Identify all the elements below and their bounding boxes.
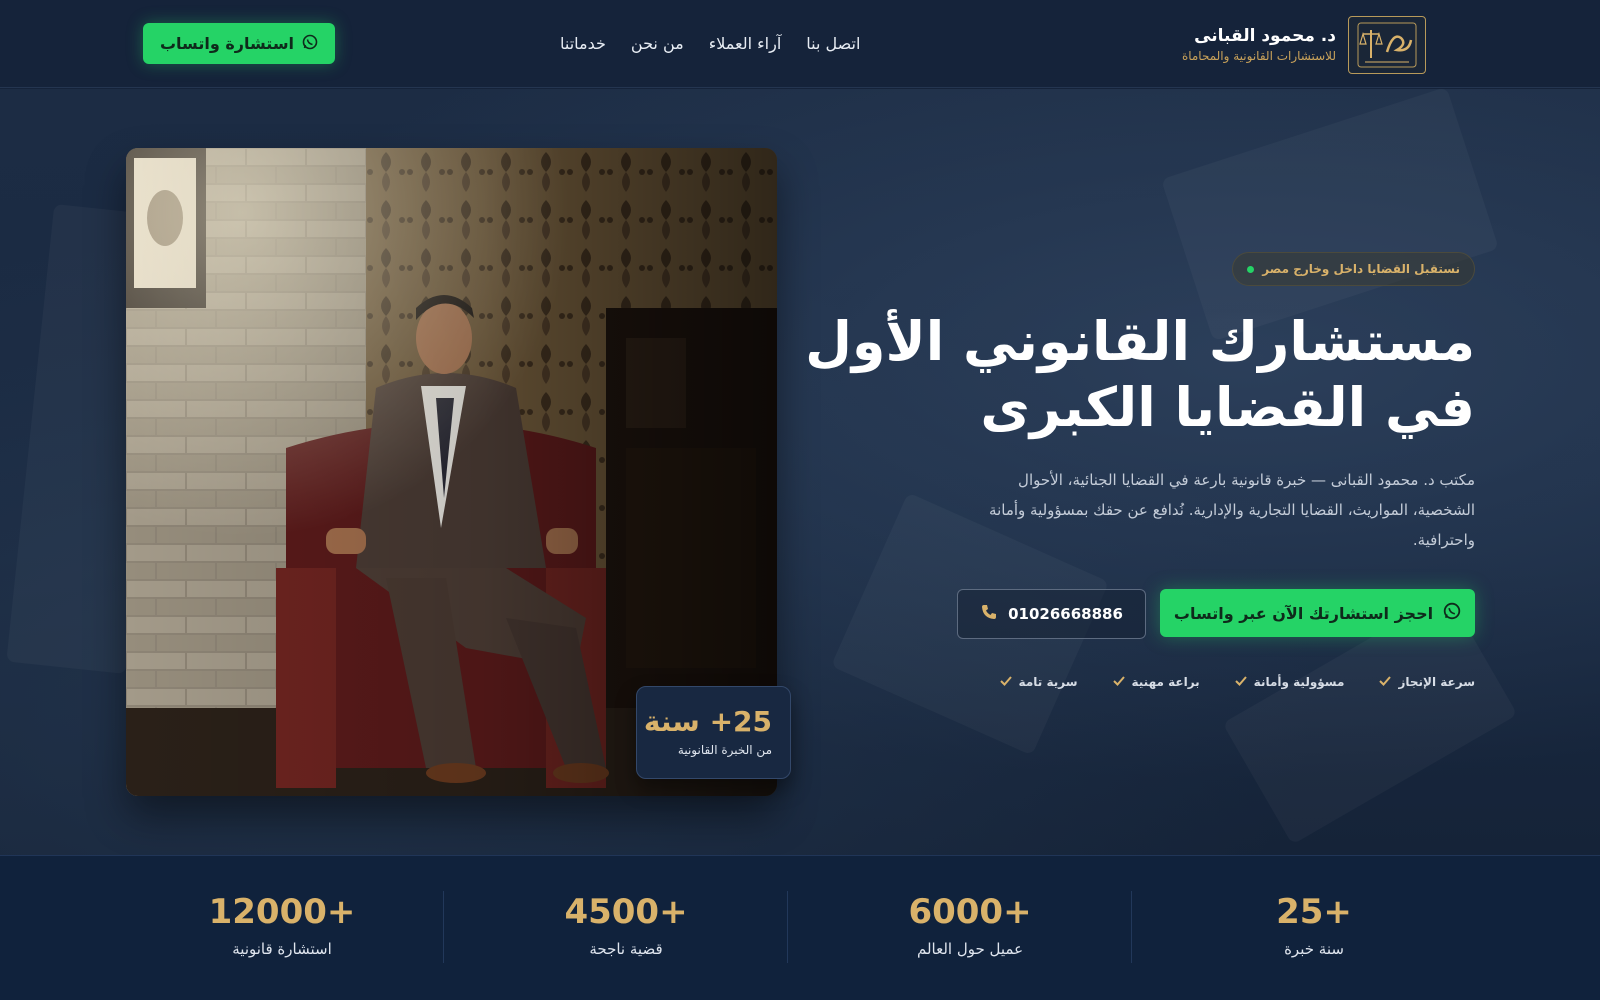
feature-label: سرعة الإنجاز xyxy=(1398,675,1475,689)
badge-text: نستقبل القضايا داخل وخارج مصر xyxy=(1262,262,1460,276)
headline-line-1: مستشارك القانوني الأول xyxy=(805,310,1475,373)
check-icon xyxy=(1234,673,1248,692)
nav-item-contact[interactable]: اتصل بنا xyxy=(806,31,860,59)
stat-item: 25+ سنة خبرة xyxy=(1142,856,1486,1000)
nav-item-testimonials[interactable]: آراء العملاء xyxy=(709,31,782,59)
nav-item-about[interactable]: من نحن xyxy=(631,31,684,59)
stat-item: 12000+ استشارة قانونية xyxy=(110,856,454,1000)
stats-bar: 25+ سنة خبرة 6000+ عميل حول العالم 4500+… xyxy=(0,855,1600,1000)
experience-card: 25+ سنة من الخبرة القانونية xyxy=(636,686,791,779)
phone-number: 01026668886 xyxy=(1008,605,1123,623)
feature-item: سرية تامة xyxy=(999,672,1078,692)
stat-item: 6000+ عميل حول العالم xyxy=(798,856,1142,1000)
brand-name: د. محمود القبانى xyxy=(1194,26,1336,46)
feature-list: سرعة الإنجاز مسؤولية وأمانة براعة مهنية … xyxy=(999,672,1475,692)
main-nav: خدماتنا من نحن آراء العملاء اتصل بنا xyxy=(560,31,860,59)
whatsapp-consult-button[interactable]: استشارة واتساب xyxy=(143,23,335,64)
phone-icon xyxy=(980,603,998,625)
site-header: د. محمود القبانى للاستشارات القانونية وا… xyxy=(0,0,1600,88)
status-dot-icon xyxy=(1247,265,1255,273)
feature-item: براعة مهنية xyxy=(1112,672,1200,692)
stat-value: 4500+ xyxy=(564,892,688,932)
service-area-badge: نستقبل القضايا داخل وخارج مصر xyxy=(1232,252,1475,286)
check-icon xyxy=(999,673,1013,692)
experience-label: من الخبرة القانونية xyxy=(677,743,772,757)
stat-value: 25+ xyxy=(1276,892,1352,932)
nav-item-services[interactable]: خدماتنا xyxy=(560,31,606,59)
header-cta-label: استشارة واتساب xyxy=(159,34,295,53)
feature-label: مسؤولية وأمانة xyxy=(1253,675,1345,689)
hero-headline: مستشارك القانوني الأول في القضايا الكبرى xyxy=(715,309,1475,441)
scales-of-justice-logo[interactable] xyxy=(1348,16,1426,74)
brand-text: د. محمود القبانى للاستشارات القانونية وا… xyxy=(1182,25,1336,65)
feature-item: سرعة الإنجاز xyxy=(1378,672,1475,692)
stat-label: قضية ناجحة xyxy=(589,940,663,958)
stat-value: 12000+ xyxy=(208,892,356,932)
stat-value: 6000+ xyxy=(908,892,1032,932)
stat-label: استشارة قانونية xyxy=(232,940,332,958)
book-whatsapp-label: احجز استشارتك الآن عبر واتساب xyxy=(1173,603,1434,623)
feature-item: مسؤولية وأمانة xyxy=(1234,672,1345,692)
stat-item: 4500+ قضية ناجحة xyxy=(454,856,798,1000)
stat-label: عميل حول العالم xyxy=(916,940,1024,958)
hero-description: مكتب د. محمود القبانى — خبرة قانونية بار… xyxy=(989,471,1475,549)
background-decor xyxy=(1161,89,1499,341)
hero-section: 25+ سنة من الخبرة القانونية نستقبل القضا… xyxy=(0,89,1600,855)
call-phone-button[interactable]: 01026668886 xyxy=(957,589,1146,639)
check-icon xyxy=(1112,673,1126,692)
brand[interactable]: د. محمود القبانى للاستشارات القانونية وا… xyxy=(1182,16,1426,74)
check-icon xyxy=(1378,673,1392,692)
feature-label: سرية تامة xyxy=(1018,675,1078,689)
brand-subtitle: للاستشارات القانونية والمحاماة xyxy=(1181,49,1336,63)
headline-line-2: في القضايا الكبرى xyxy=(980,376,1475,439)
stat-label: سنة خبرة xyxy=(1284,940,1344,958)
whatsapp-icon xyxy=(302,34,318,54)
book-whatsapp-button[interactable]: احجز استشارتك الآن عبر واتساب xyxy=(1160,589,1475,637)
whatsapp-icon xyxy=(1443,602,1461,624)
experience-value: 25+ سنة xyxy=(643,705,772,738)
feature-label: براعة مهنية xyxy=(1131,675,1200,689)
